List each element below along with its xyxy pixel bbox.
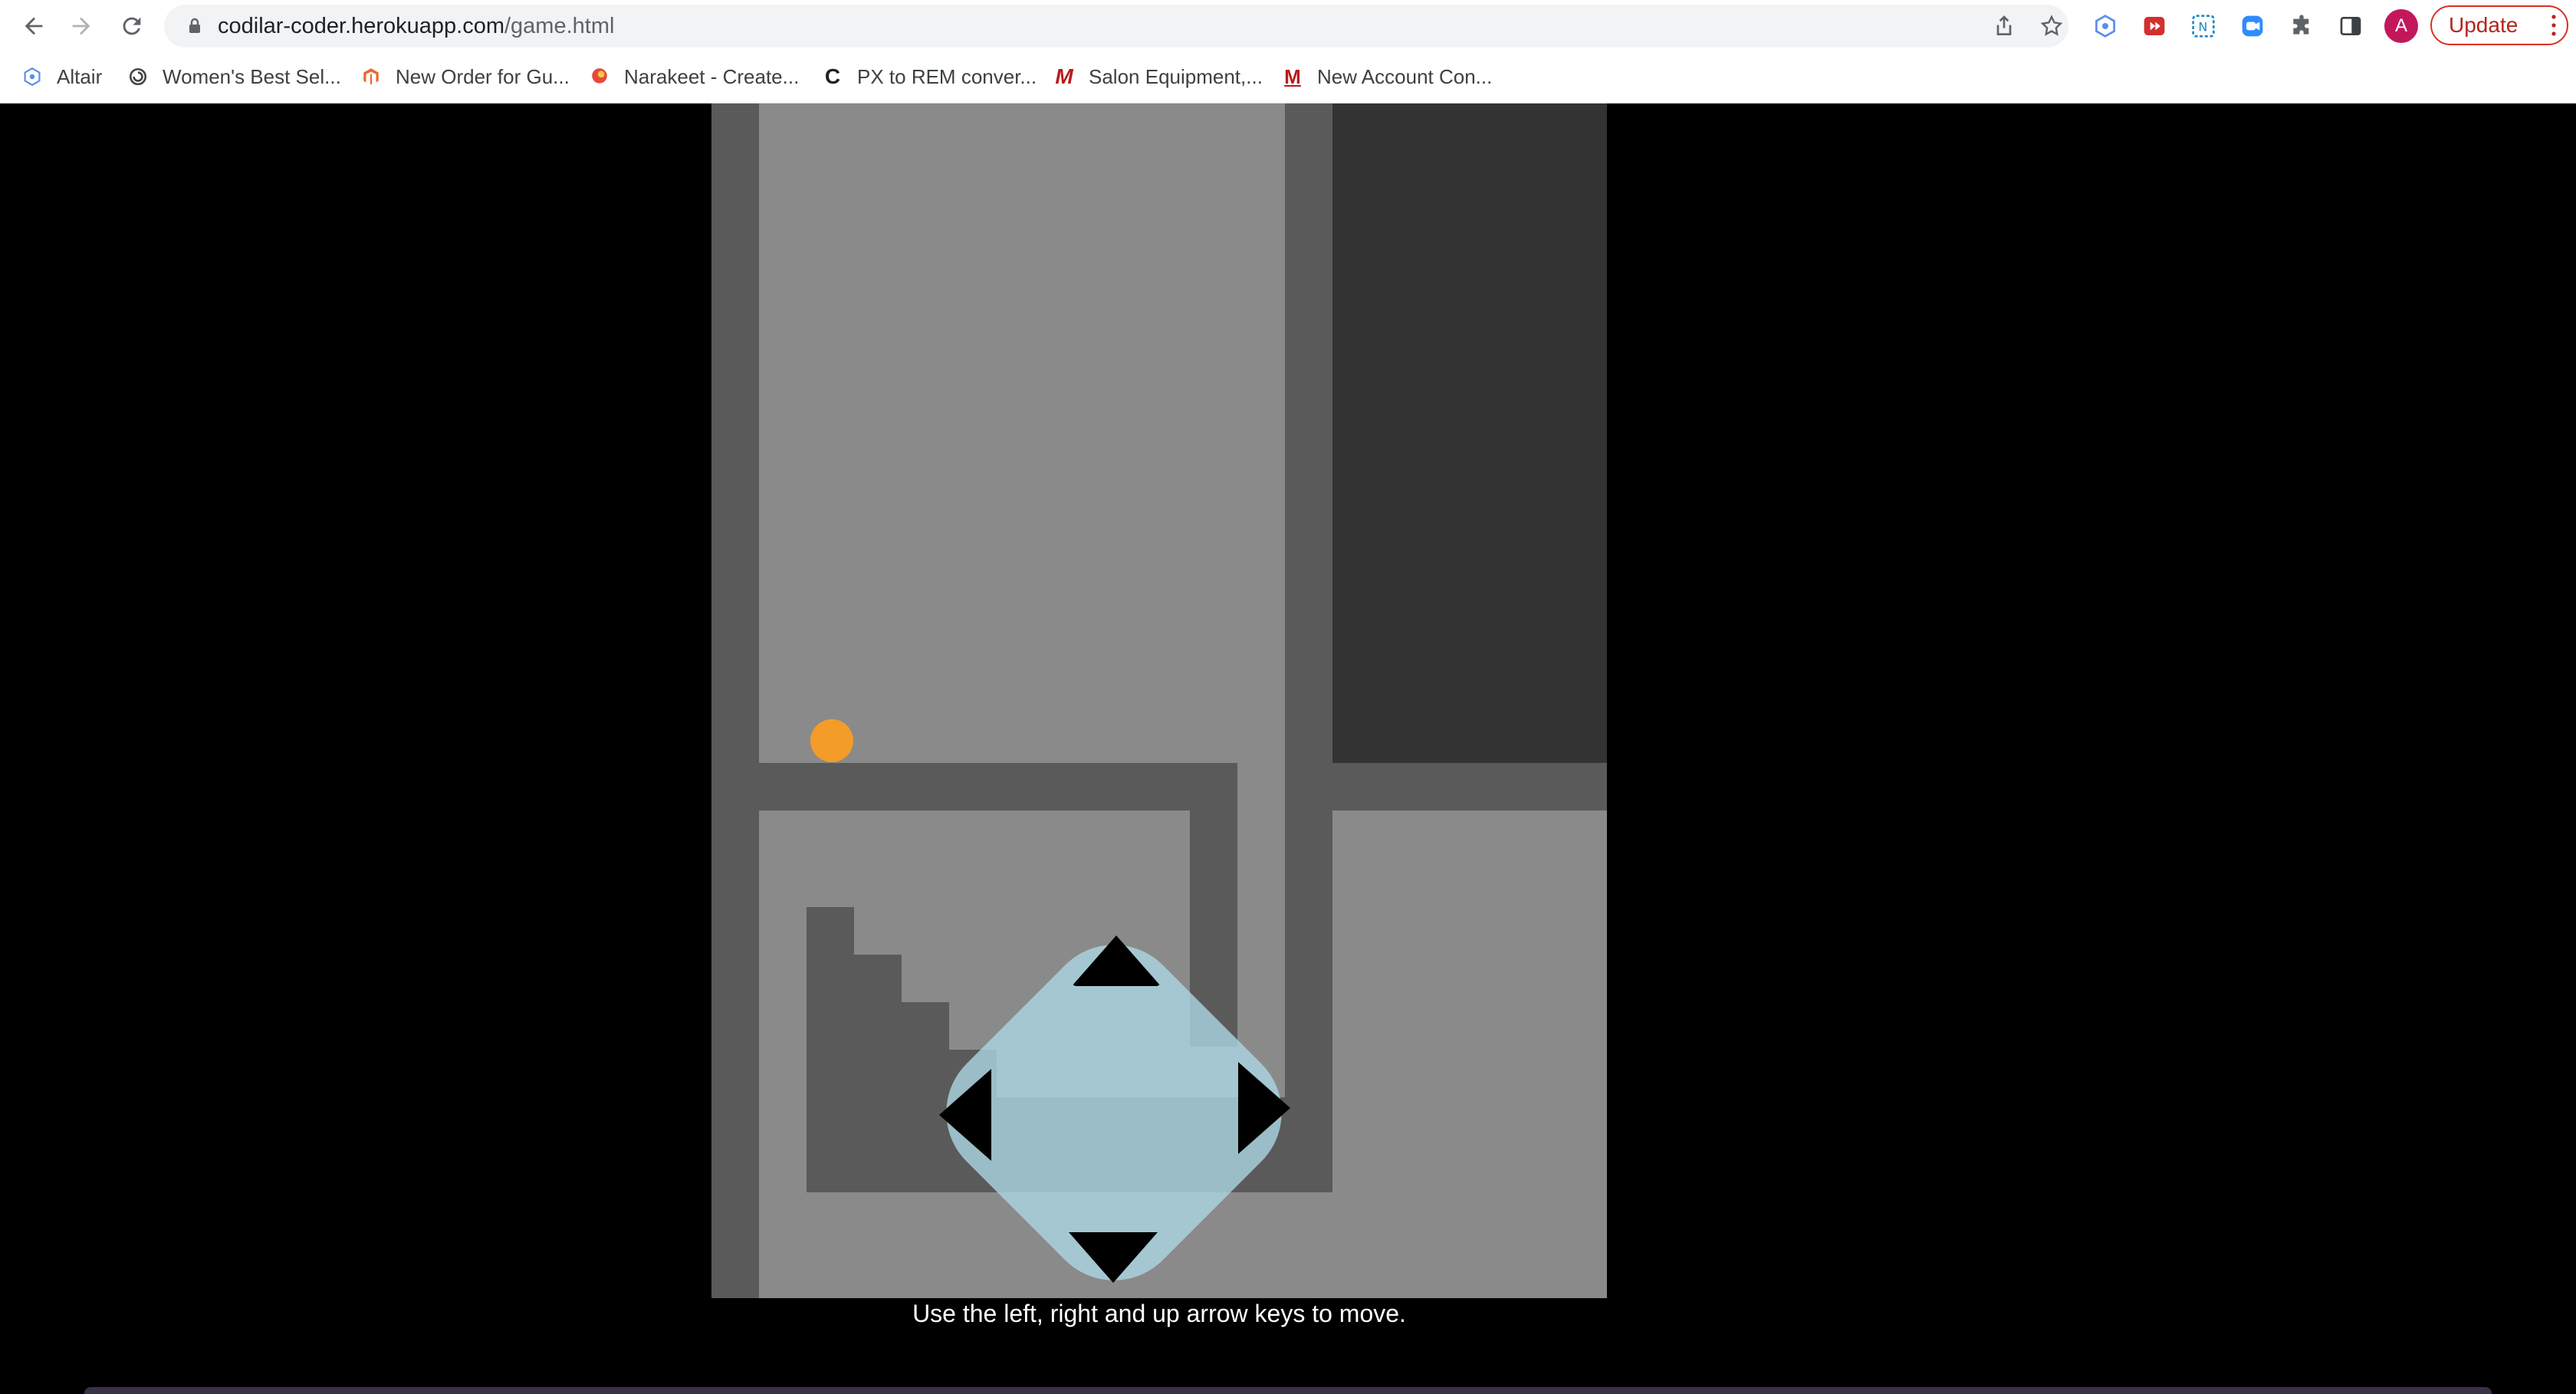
bookmark-new-account[interactable]: M New Account Con... [1282, 63, 1492, 90]
update-button[interactable]: Update [2430, 5, 2568, 45]
c-letter-icon: C [824, 64, 841, 88]
stair-step [807, 907, 854, 1192]
url-text[interactable]: codilar-coder.herokuapp.com/game.html [218, 15, 614, 38]
bookmark-star-icon[interactable] [2039, 14, 2064, 38]
bookmark-label: New Account Con... [1317, 64, 1493, 88]
bookmark-label: New Order for Gu... [396, 64, 570, 88]
player-ball [810, 719, 853, 762]
browser-chrome: codilar-coder.herokuapp.com/game.html N [0, 0, 2576, 104]
bookmark-narakeet[interactable]: Narakeet - Create... [589, 63, 799, 90]
update-label: Update [2449, 13, 2518, 37]
altair-extension-icon[interactable] [2090, 11, 2121, 41]
bookmark-label: PX to REM conver... [857, 64, 1037, 88]
down-arrow-button[interactable] [1069, 1232, 1158, 1283]
player-platform [759, 763, 1237, 810]
m-letter-icon: M [1055, 64, 1073, 88]
screencast-extension-icon[interactable] [2139, 11, 2170, 41]
forward-arrow-icon[interactable] [63, 8, 100, 44]
lock-icon[interactable] [186, 17, 204, 35]
left-arrow-button[interactable] [939, 1069, 991, 1161]
dpad-controls [918, 916, 1310, 1309]
right-arrow-button[interactable] [1238, 1062, 1290, 1154]
back-arrow-icon[interactable] [15, 8, 52, 44]
more-menu-icon[interactable] [2551, 15, 2556, 36]
swirl-icon [127, 66, 149, 87]
narakeet-icon [589, 66, 610, 87]
browser-toolbar: codilar-coder.herokuapp.com/game.html N [0, 0, 2576, 52]
bookmarks-bar: Altair Women's Best Sel... New Order for… [0, 52, 2576, 104]
url-host: codilar-coder.herokuapp.com [218, 14, 504, 38]
m-logo-icon: M [1284, 64, 1301, 88]
up-arrow-button[interactable] [1072, 935, 1161, 986]
bookmark-px-to-rem[interactable]: C PX to REM conver... [822, 63, 1037, 90]
right-ledge [1332, 763, 1607, 810]
bookmark-label: Altair [57, 64, 103, 88]
bottom-window-edge [84, 1387, 2492, 1394]
url-path: /game.html [504, 14, 615, 38]
side-panel-icon[interactable] [2335, 11, 2366, 41]
bookmark-altair[interactable]: Altair [21, 63, 102, 90]
share-icon[interactable] [1992, 14, 2016, 38]
magento-icon [360, 66, 382, 87]
profile-avatar[interactable]: A [2384, 9, 2418, 43]
bookmark-salon-equipment[interactable]: M Salon Equipment,... [1053, 63, 1263, 90]
altair-icon [21, 66, 43, 87]
notion-extension-icon[interactable]: N [2188, 11, 2219, 41]
bookmark-new-order[interactable]: New Order for Gu... [360, 63, 570, 90]
bookmark-label: Salon Equipment,... [1089, 64, 1263, 88]
puzzle-extensions-icon[interactable] [2286, 11, 2317, 41]
page-viewport: Use the left, right and up arrow keys to… [0, 104, 2576, 1394]
dark-region [1332, 104, 1607, 763]
svg-text:N: N [2198, 20, 2207, 35]
address-bar[interactable]: codilar-coder.herokuapp.com/game.html [164, 5, 2068, 48]
bookmark-womens-best[interactable]: Women's Best Sel... [127, 63, 341, 90]
stair-step [854, 955, 902, 1192]
zoom-extension-icon[interactable] [2237, 11, 2268, 41]
instructions-text: Use the left, right and up arrow keys to… [912, 1300, 1406, 1327]
left-wall [711, 104, 759, 1298]
bookmark-label: Narakeet - Create... [624, 64, 800, 88]
bookmark-label: Women's Best Sel... [163, 64, 341, 88]
reload-icon[interactable] [113, 8, 150, 44]
